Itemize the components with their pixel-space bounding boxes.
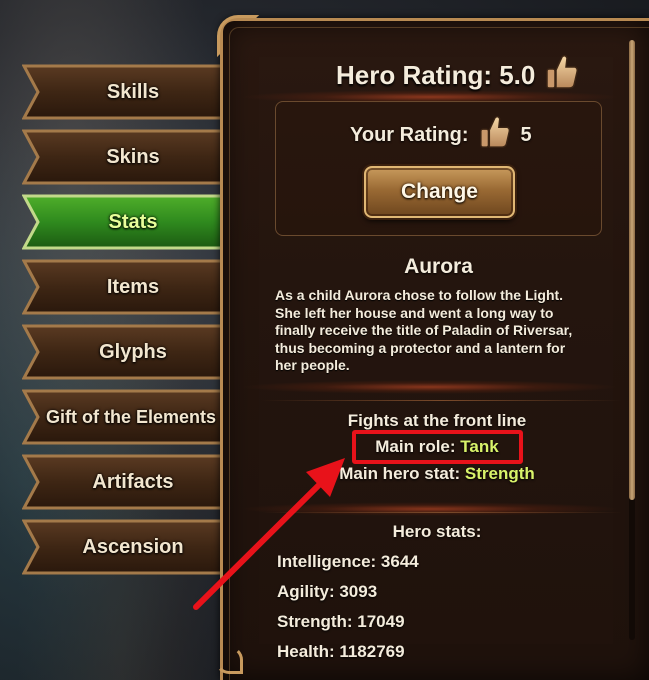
- tab-label: Skins: [106, 145, 160, 168]
- tab-label: Artifacts: [92, 470, 174, 493]
- tab-label: Gift of the Elements: [45, 406, 216, 427]
- tab-label: Stats: [108, 210, 158, 233]
- tab-label: Glyphs: [99, 340, 167, 363]
- tab-label: Ascension: [82, 535, 184, 558]
- tab-label: Skills: [106, 80, 160, 103]
- tab-label: Items: [106, 275, 160, 298]
